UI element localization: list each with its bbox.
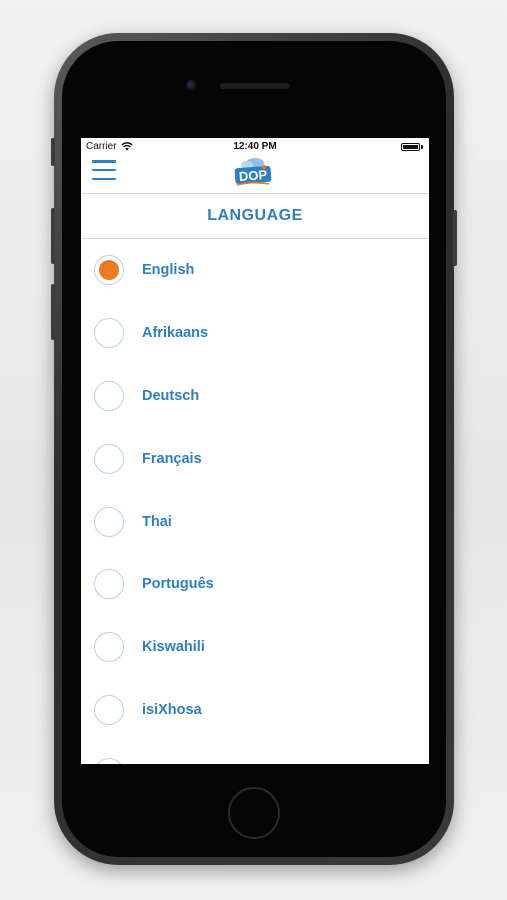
status-time: 12:40 PM <box>233 141 277 152</box>
language-label: Afrikaans <box>142 325 209 342</box>
language-label: Deutsch <box>142 387 200 404</box>
power-button <box>453 210 457 266</box>
language-option-thai[interactable]: Thai <box>81 490 429 553</box>
language-label: Thai <box>142 513 172 530</box>
language-label: Português <box>142 576 214 593</box>
language-option-afrikaans[interactable]: Afrikaans <box>81 302 429 365</box>
battery-icon <box>401 143 420 151</box>
language-option-partial[interactable] <box>81 741 429 764</box>
page-title: LANGUAGE <box>207 207 303 224</box>
battery-tip <box>421 145 423 149</box>
radio-button[interactable] <box>94 632 124 663</box>
volume-down-button <box>51 284 55 340</box>
nav-bar: DOP <box>81 155 429 194</box>
logo-text: DOP <box>238 167 267 184</box>
language-option-deutsch[interactable]: Deutsch <box>81 365 429 428</box>
radio-button[interactable] <box>94 757 124 764</box>
radio-button[interactable] <box>94 380 124 411</box>
radio-button[interactable] <box>94 318 124 349</box>
language-label: English <box>142 262 195 279</box>
radio-button-selected[interactable] <box>94 255 124 286</box>
language-option-english[interactable]: English <box>81 239 429 302</box>
app-screen: Carrier 12:40 PM DOP LANGUAGE English Afr… <box>81 138 429 764</box>
radio-button[interactable] <box>94 443 124 474</box>
front-camera <box>186 80 197 91</box>
status-bar: Carrier 12:40 PM <box>81 138 429 155</box>
language-label: Kiswahili <box>142 639 205 656</box>
language-option-kiswahili[interactable]: Kiswahili <box>81 616 429 679</box>
language-option-fran-ais[interactable]: Français <box>81 427 429 490</box>
language-label: isiXhosa <box>142 701 202 718</box>
language-option-portugu-s[interactable]: Português <box>81 553 429 616</box>
language-option-isixhosa[interactable]: isiXhosa <box>81 679 429 742</box>
radio-selected-dot <box>99 260 119 281</box>
title-bar: LANGUAGE <box>81 194 429 239</box>
radio-button[interactable] <box>94 694 124 725</box>
home-button[interactable] <box>228 787 280 839</box>
radio-button[interactable] <box>94 569 124 600</box>
earpiece-speaker <box>220 83 290 89</box>
language-label: Français <box>142 450 202 467</box>
mute-switch <box>51 138 55 166</box>
volume-up-button <box>51 208 55 264</box>
app-logo: DOP <box>234 158 272 186</box>
hamburger-menu-icon[interactable] <box>92 160 116 180</box>
language-list: English Afrikaans Deutsch Français Thai Portu… <box>81 239 429 764</box>
radio-button[interactable] <box>94 506 124 537</box>
